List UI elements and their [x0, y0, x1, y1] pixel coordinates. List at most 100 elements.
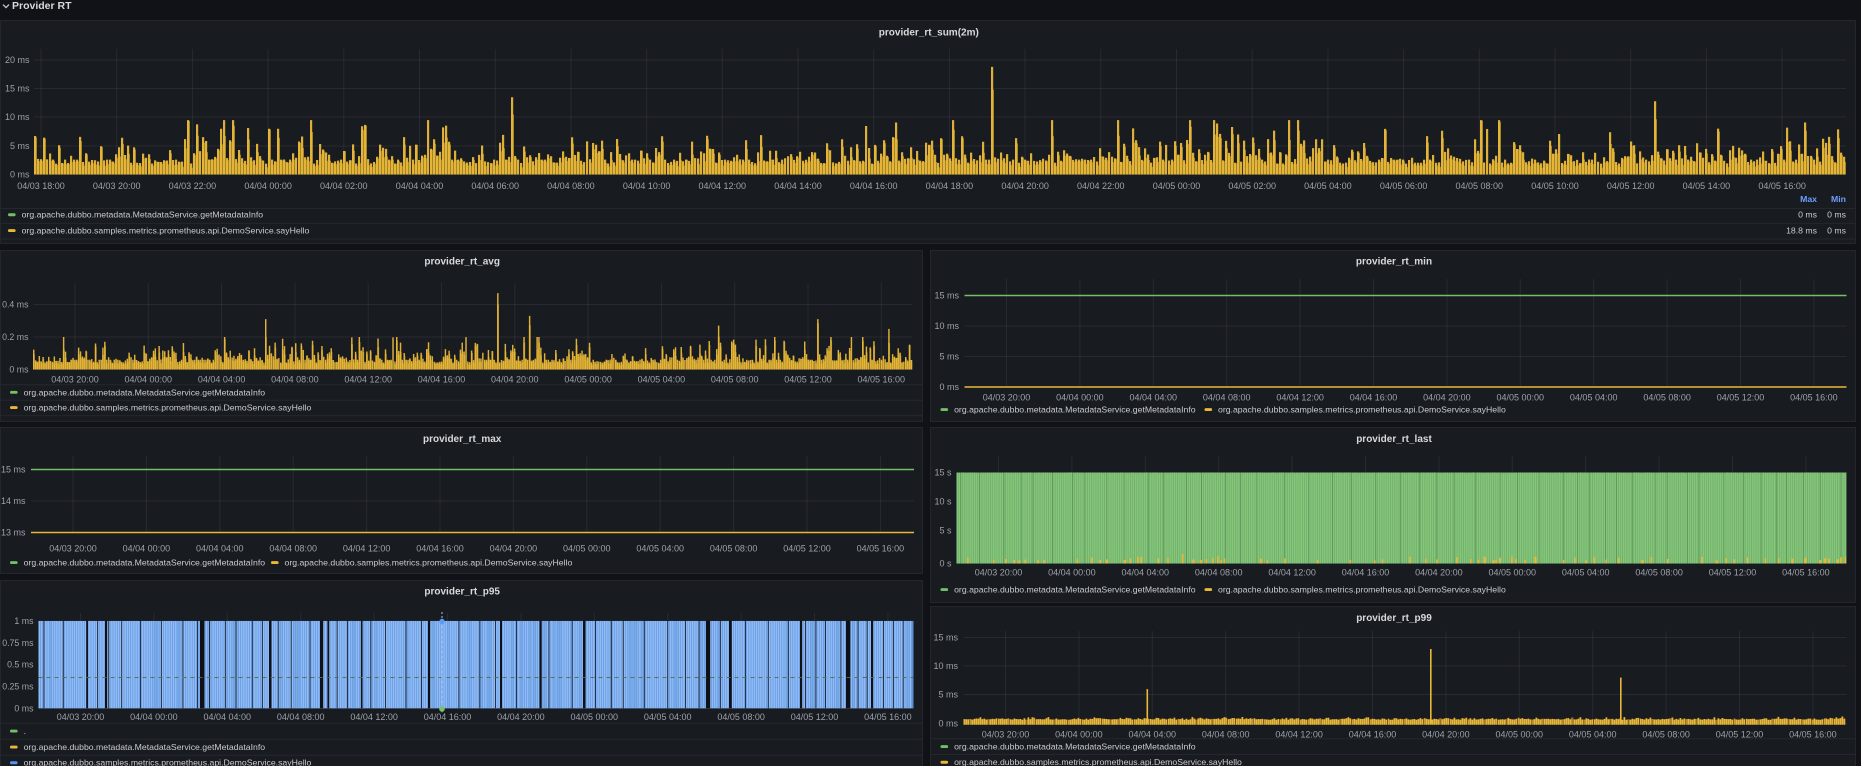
svg-text:04/05 00:00: 04/05 00:00: [1496, 393, 1544, 403]
svg-text:04/04 12:00: 04/04 12:00: [1268, 568, 1316, 578]
svg-text:15 ms: 15 ms: [933, 633, 958, 643]
svg-text:0 ms: 0 ms: [1827, 210, 1846, 220]
svg-text:04/04 08:00: 04/04 08:00: [269, 544, 317, 554]
svg-text:04/05 00:00: 04/05 00:00: [571, 712, 619, 722]
svg-text:org.apache.dubbo.metadata.Meta: org.apache.dubbo.metadata.MetadataServic…: [954, 742, 1196, 752]
svg-text:04/05 08:00: 04/05 08:00: [1642, 730, 1690, 740]
svg-text:04/04 08:00: 04/04 08:00: [277, 712, 325, 722]
svg-text:04/04 12:00: 04/04 12:00: [1275, 730, 1323, 740]
svg-text:0 ms: 0 ms: [1827, 226, 1846, 236]
svg-text:provider_rt_last: provider_rt_last: [1356, 434, 1432, 445]
svg-text:04/04 22:00: 04/04 22:00: [1077, 181, 1125, 191]
svg-text:04/03 20:00: 04/03 20:00: [57, 712, 105, 722]
svg-text:04/05 12:00: 04/05 12:00: [1715, 730, 1763, 740]
svg-text:04/04 20:00: 04/04 20:00: [1423, 393, 1471, 403]
svg-text:15 s: 15 s: [934, 468, 952, 478]
svg-text:Provider RT: Provider RT: [12, 0, 72, 12]
svg-text:04/04 04:00: 04/04 04:00: [1129, 393, 1177, 403]
svg-text:04/05 16:00: 04/05 16:00: [858, 375, 906, 385]
svg-text:04/04 16:00: 04/04 16:00: [1341, 568, 1389, 578]
svg-text:04/04 20:00: 04/04 20:00: [1001, 181, 1049, 191]
svg-text:org.apache.dubbo.samples.metri: org.apache.dubbo.samples.metrics.prometh…: [1218, 585, 1506, 595]
svg-text:04/04 06:00: 04/04 06:00: [471, 181, 519, 191]
svg-text:04/04 08:00: 04/04 08:00: [1202, 393, 1250, 403]
svg-text:04/04 18:00: 04/04 18:00: [926, 181, 974, 191]
svg-text:04/04 00:00: 04/04 00:00: [130, 712, 178, 722]
svg-text:04/04 12:00: 04/04 12:00: [350, 712, 398, 722]
svg-text:04/05 00:00: 04/05 00:00: [1153, 181, 1201, 191]
svg-text:04/05 16:00: 04/05 16:00: [1758, 181, 1806, 191]
svg-text:04/04 20:00: 04/04 20:00: [490, 544, 538, 554]
svg-text:org.apache.dubbo.metadata.Meta: org.apache.dubbo.metadata.MetadataServic…: [954, 405, 1196, 415]
svg-text:20 ms: 20 ms: [5, 55, 30, 65]
svg-text:04/05 12:00: 04/05 12:00: [1607, 181, 1655, 191]
svg-text:04/04 10:00: 04/04 10:00: [623, 181, 671, 191]
svg-text:04/05 12:00: 04/05 12:00: [783, 544, 831, 554]
svg-text:04/05 16:00: 04/05 16:00: [1790, 393, 1838, 403]
svg-text:5 ms: 5 ms: [938, 690, 958, 700]
svg-text:0 ms: 0 ms: [1798, 210, 1817, 220]
svg-text:org.apache.dubbo.metadata.Meta: org.apache.dubbo.metadata.MetadataServic…: [954, 585, 1196, 595]
svg-text:Max: Max: [1800, 194, 1817, 204]
svg-text:.: .: [24, 726, 26, 736]
svg-text:04/05 08:00: 04/05 08:00: [1643, 393, 1691, 403]
svg-text:org.apache.dubbo.metadata.Meta: org.apache.dubbo.metadata.MetadataServic…: [24, 387, 266, 397]
svg-text:04/05 06:00: 04/05 06:00: [1380, 181, 1428, 191]
svg-text:04/03 20:00: 04/03 20:00: [981, 730, 1029, 740]
svg-text:0.2 ms: 0.2 ms: [2, 332, 29, 342]
svg-text:04/04 16:00: 04/04 16:00: [1349, 393, 1397, 403]
svg-text:04/05 02:00: 04/05 02:00: [1228, 181, 1276, 191]
svg-text:04/05 04:00: 04/05 04:00: [1568, 730, 1616, 740]
svg-text:04/04 04:00: 04/04 04:00: [204, 712, 252, 722]
svg-text:04/05 08:00: 04/05 08:00: [717, 712, 765, 722]
svg-text:04/05 12:00: 04/05 12:00: [784, 375, 832, 385]
svg-text:org.apache.dubbo.metadata.Meta: org.apache.dubbo.metadata.MetadataServic…: [22, 210, 264, 220]
svg-text:04/05 16:00: 04/05 16:00: [1789, 730, 1837, 740]
svg-text:04/05 08:00: 04/05 08:00: [1456, 181, 1504, 191]
svg-text:org.apache.dubbo.metadata.Meta: org.apache.dubbo.metadata.MetadataServic…: [24, 558, 266, 568]
svg-text:04/05 08:00: 04/05 08:00: [1635, 568, 1683, 578]
svg-text:04/04 08:00: 04/04 08:00: [1201, 730, 1249, 740]
svg-text:04/04 04:00: 04/04 04:00: [198, 375, 246, 385]
svg-text:04/04 04:00: 04/04 04:00: [1121, 568, 1169, 578]
svg-text:provider_rt_p95: provider_rt_p95: [424, 586, 500, 597]
svg-text:04/03 20:00: 04/03 20:00: [49, 544, 97, 554]
svg-text:04/04 16:00: 04/04 16:00: [1348, 730, 1396, 740]
svg-text:04/04 12:00: 04/04 12:00: [344, 375, 392, 385]
svg-text:04/04 20:00: 04/04 20:00: [1415, 568, 1463, 578]
svg-text:04/04 04:00: 04/04 04:00: [1128, 730, 1176, 740]
svg-text:04/04 08:00: 04/04 08:00: [1194, 568, 1242, 578]
svg-text:04/04 14:00: 04/04 14:00: [774, 181, 822, 191]
svg-text:04/03 20:00: 04/03 20:00: [982, 393, 1030, 403]
svg-text:04/05 08:00: 04/05 08:00: [710, 544, 758, 554]
svg-text:04/05 14:00: 04/05 14:00: [1683, 181, 1731, 191]
svg-text:org.apache.dubbo.samples.metri: org.apache.dubbo.samples.metrics.prometh…: [24, 403, 312, 413]
svg-text:provider_rt_avg: provider_rt_avg: [424, 257, 500, 268]
svg-text:10 ms: 10 ms: [5, 112, 30, 122]
svg-text:provider_rt_p99: provider_rt_p99: [1356, 613, 1432, 624]
svg-text:org.apache.dubbo.samples.metri: org.apache.dubbo.samples.metrics.prometh…: [24, 757, 312, 766]
svg-text:04/05 04:00: 04/05 04:00: [644, 712, 692, 722]
svg-text:0 ms: 0 ms: [939, 382, 959, 392]
svg-text:04/03 20:00: 04/03 20:00: [51, 375, 99, 385]
svg-text:0 ms: 0 ms: [938, 719, 958, 729]
svg-text:04/05 00:00: 04/05 00:00: [563, 544, 611, 554]
svg-text:04/04 00:00: 04/04 00:00: [125, 375, 173, 385]
svg-text:provider_rt_min: provider_rt_min: [1355, 257, 1431, 268]
svg-text:04/04 00:00: 04/04 00:00: [1048, 568, 1096, 578]
svg-text:04/05 12:00: 04/05 12:00: [1708, 568, 1756, 578]
svg-text:0.25 ms: 0.25 ms: [2, 681, 34, 691]
svg-text:04/04 16:00: 04/04 16:00: [424, 712, 472, 722]
svg-text:0 ms: 0 ms: [9, 365, 29, 375]
svg-text:04/05 08:00: 04/05 08:00: [711, 375, 759, 385]
svg-text:04/05 04:00: 04/05 04:00: [638, 375, 686, 385]
svg-text:provider_rt_max: provider_rt_max: [423, 434, 502, 445]
svg-text:0 s: 0 s: [939, 559, 952, 569]
svg-text:0 ms: 0 ms: [10, 170, 30, 180]
svg-text:04/04 16:00: 04/04 16:00: [418, 375, 466, 385]
svg-text:org.apache.dubbo.samples.metri: org.apache.dubbo.samples.metrics.prometh…: [22, 226, 310, 236]
svg-text:04/05 16:00: 04/05 16:00: [1782, 568, 1830, 578]
svg-text:04/04 20:00: 04/04 20:00: [491, 375, 539, 385]
svg-text:14 ms: 14 ms: [1, 496, 26, 506]
svg-text:0.5 ms: 0.5 ms: [7, 659, 34, 669]
